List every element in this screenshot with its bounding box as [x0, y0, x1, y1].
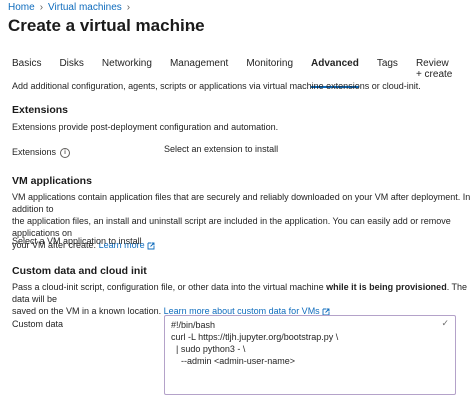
external-link-icon	[147, 242, 155, 250]
custom-data-description-bold: while it is being provisioned	[326, 282, 447, 292]
extensions-field-label: Extensions i	[12, 146, 71, 158]
more-options-icon[interactable]: ···	[181, 19, 198, 35]
tab-networking[interactable]: Networking	[102, 56, 152, 82]
extensions-heading: Extensions	[12, 104, 69, 116]
intro-text: Add additional configuration, agents, sc…	[12, 81, 421, 91]
tab-management[interactable]: Management	[170, 56, 228, 82]
custom-data-field-label: Custom data	[12, 319, 64, 329]
extensions-label-text: Extensions	[12, 147, 57, 157]
custom-data-textarea[interactable]: #!/bin/bash curl -L https://tljh.jupyter…	[164, 315, 456, 395]
vm-applications-description-line1: VM applications contain application file…	[12, 192, 471, 214]
vm-applications-heading: VM applications	[12, 175, 92, 187]
info-icon[interactable]: i	[60, 147, 71, 158]
custom-data-description: Pass a cloud-init script, configuration …	[12, 281, 472, 317]
tab-review-create[interactable]: Review + create	[416, 56, 456, 82]
tab-advanced[interactable]: Advanced	[311, 56, 359, 88]
breadcrumb-separator-icon: ›	[126, 2, 131, 13]
custom-data-description-line2: saved on the VM in a known location.	[12, 306, 162, 316]
breadcrumb-home-link[interactable]: Home	[8, 2, 35, 13]
select-extension-link[interactable]: Select an extension to install	[164, 143, 278, 155]
tab-tags[interactable]: Tags	[377, 56, 398, 82]
breadcrumb-virtual-machines-link[interactable]: Virtual machines	[48, 2, 122, 13]
checkmark-icon: ✓	[441, 318, 449, 328]
tab-monitoring[interactable]: Monitoring	[246, 56, 293, 82]
custom-data-heading: Custom data and cloud init	[12, 265, 147, 277]
extensions-description: Extensions provide post-deployment confi…	[12, 122, 279, 132]
custom-data-value[interactable]: #!/bin/bash curl -L https://tljh.jupyter…	[165, 316, 455, 370]
custom-data-description-part1: Pass a cloud-init script, configuration …	[12, 282, 327, 292]
breadcrumb-separator-icon: ›	[39, 2, 44, 13]
tab-disks[interactable]: Disks	[59, 56, 83, 82]
tab-basics[interactable]: Basics	[12, 56, 41, 82]
breadcrumb: Home › Virtual machines ›	[8, 2, 130, 13]
page-title: Create a virtual machine	[8, 16, 205, 35]
select-vm-application-link[interactable]: Select a VM application to install	[12, 235, 142, 247]
tab-bar: Basics Disks Networking Management Monit…	[12, 56, 474, 88]
